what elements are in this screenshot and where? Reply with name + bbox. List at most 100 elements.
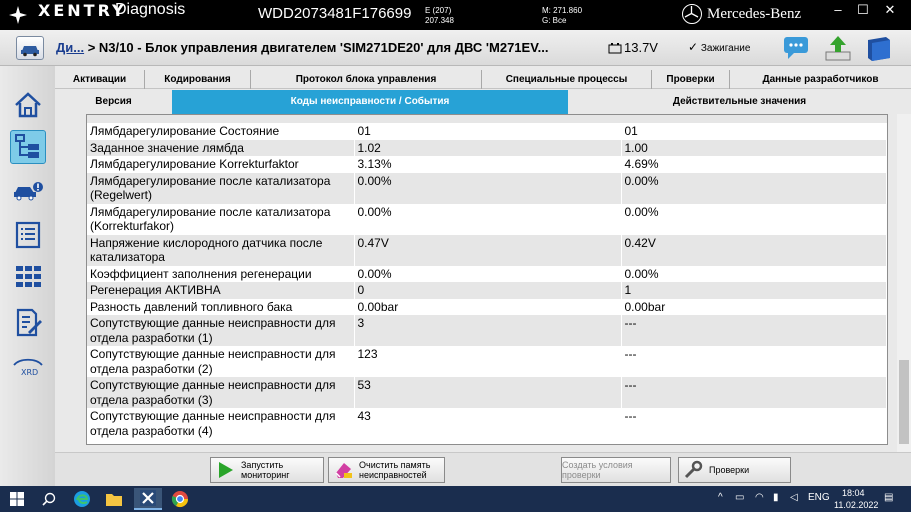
m-engine-line1: M: 271.860 bbox=[542, 6, 583, 15]
value-1-cell: 43 bbox=[354, 408, 622, 439]
search-icon bbox=[42, 492, 56, 506]
value-2-cell: --- bbox=[621, 408, 887, 439]
tray-date[interactable]: 11.02.2022 bbox=[834, 500, 878, 510]
edge-icon bbox=[74, 491, 90, 507]
value-1-cell: 0.00% bbox=[354, 203, 622, 235]
minimize-icon[interactable]: – bbox=[828, 2, 848, 17]
clear-fault-memory-button[interactable]: Очистить память неисправностей bbox=[328, 457, 445, 483]
tab-special-procedures[interactable]: Специальные процессы bbox=[482, 70, 652, 89]
table-row: Сопутствующие данные неисправности для о… bbox=[87, 377, 887, 408]
chat-icon bbox=[784, 37, 808, 59]
download-button[interactable] bbox=[823, 34, 853, 62]
tab-activations[interactable]: Активации bbox=[55, 70, 145, 89]
start-button[interactable] bbox=[4, 488, 30, 510]
taskbar-edge[interactable] bbox=[68, 488, 96, 510]
tray-network-icon[interactable]: ▭ bbox=[735, 492, 744, 503]
breadcrumb-link[interactable]: Ди... bbox=[56, 40, 84, 55]
value-1-cell: 0.00% bbox=[354, 265, 622, 282]
taskbar-xentry[interactable] bbox=[134, 488, 162, 510]
tab-developer-data[interactable]: Данные разработчиков bbox=[730, 70, 911, 89]
parameter-name-cell: Лямбдарегулирование после катализатора (… bbox=[87, 203, 355, 235]
parameter-name-cell: Лямбдарегулирование после катализатора (… bbox=[87, 172, 355, 204]
value-2-cell: 01 bbox=[621, 123, 887, 140]
tab-control-unit-log[interactable]: Протокол блока управления bbox=[251, 70, 482, 89]
tray-chevron-icon[interactable]: ^ bbox=[718, 492, 723, 503]
value-1-cell: 3.13% bbox=[354, 156, 622, 173]
ignition-status: ✓ Зажигание bbox=[688, 40, 750, 54]
parameter-name-cell: Напряжение кислородного датчика после ка… bbox=[87, 234, 355, 266]
car-warning-icon bbox=[14, 182, 43, 201]
tab-actual-values[interactable]: Действительные значения bbox=[568, 90, 911, 114]
vertical-scrollbar[interactable] bbox=[897, 114, 911, 454]
tab-version[interactable]: Версия bbox=[55, 90, 172, 114]
windows-taskbar: ^ ▭ ◠ ▮ ◁ ENG 18:04 11.02.2022 ▤ bbox=[0, 486, 911, 512]
notification-icon[interactable]: ▤ bbox=[884, 492, 893, 503]
taskbar-chrome[interactable] bbox=[166, 488, 194, 510]
nav-reports[interactable] bbox=[10, 306, 46, 340]
chat-button[interactable] bbox=[782, 34, 812, 62]
tray-battery-icon[interactable]: ▮ bbox=[773, 492, 779, 503]
start-monitoring-label: Запустить мониторинг bbox=[241, 460, 290, 480]
value-2-cell: 0.42V bbox=[621, 234, 887, 266]
nav-home[interactable] bbox=[10, 88, 46, 122]
value-2-cell: --- bbox=[621, 346, 887, 377]
folder-icon bbox=[106, 494, 122, 506]
manual-button[interactable] bbox=[864, 34, 894, 62]
parameter-name-cell: Регенерация АКТИВНА bbox=[87, 282, 355, 299]
scrollbar-thumb[interactable] bbox=[899, 360, 909, 444]
value-2-cell: 0.00bar bbox=[621, 298, 887, 315]
vehicle-button[interactable] bbox=[16, 36, 44, 60]
parameter-name-cell: Заданное значение лямбда bbox=[87, 139, 355, 156]
start-monitoring-button[interactable]: Запустить мониторинг bbox=[210, 457, 324, 483]
nav-list[interactable] bbox=[10, 218, 46, 252]
car-icon bbox=[21, 46, 39, 57]
tray-language[interactable]: ENG bbox=[808, 492, 830, 503]
ignition-label: Зажигание bbox=[700, 43, 751, 54]
grid-modules-icon bbox=[16, 266, 41, 287]
nav-modules[interactable] bbox=[10, 262, 46, 296]
maximize-icon[interactable]: ☐ bbox=[853, 2, 873, 18]
tray-wifi-icon[interactable]: ◠ bbox=[755, 492, 764, 503]
diagnosis-tree-icon bbox=[15, 134, 39, 158]
home-icon bbox=[15, 92, 41, 118]
nav-diagnosis[interactable] bbox=[10, 130, 46, 164]
table-row: Разность давлений топливного бака 0.00bar… bbox=[87, 298, 887, 315]
tabs-bottom-row: Версия Коды неисправности / События Дейс… bbox=[55, 89, 911, 114]
header-bar: Ди... > N3/10 - Блок управления двигател… bbox=[0, 30, 911, 66]
tab-codings[interactable]: Кодирования bbox=[145, 70, 251, 89]
value-1-cell: 0.00bar bbox=[354, 298, 622, 315]
tab-fault-codes[interactable]: Коды неисправности / События bbox=[172, 90, 568, 114]
tabs-top-row: Активации Кодирования Протокол блока упр… bbox=[55, 66, 911, 89]
m-engine-line2: G: Все bbox=[542, 16, 567, 25]
table-row: Лямбдарегулирование после катализатора (… bbox=[87, 172, 887, 204]
table-row: Сопутствующие данные неисправности для о… bbox=[87, 346, 887, 377]
nav-vehicle-warning[interactable] bbox=[10, 174, 46, 208]
parameter-name-cell: Лямбдарегулирование Korrekturfaktor bbox=[87, 156, 355, 173]
tray-time[interactable]: 18:04 bbox=[842, 488, 865, 498]
create-test-conditions-button[interactable]: Создать условия проверки bbox=[561, 457, 671, 483]
button-bar: Запустить мониторинг Очистить память неи… bbox=[55, 452, 911, 486]
vin-number: WDD2073481F176699 bbox=[258, 5, 412, 22]
tab-checks[interactable]: Проверки bbox=[652, 70, 730, 89]
play-icon bbox=[219, 462, 233, 478]
checks-button[interactable]: Проверки bbox=[678, 457, 791, 483]
value-1-cell: 0.00% bbox=[354, 172, 622, 204]
chrome-icon bbox=[171, 491, 189, 508]
values-table: Лямбдарегулирование Состояние 01 01 Заданно… bbox=[86, 114, 888, 445]
value-1-cell: 1.02 bbox=[354, 139, 622, 156]
close-icon[interactable]: ✕ bbox=[880, 2, 900, 18]
taskbar-explorer[interactable] bbox=[100, 488, 128, 510]
svg-text:XRD: XRD bbox=[21, 368, 38, 377]
taskbar-search[interactable] bbox=[36, 488, 62, 510]
maker-name: Mercedes-Benz bbox=[707, 6, 802, 22]
list-icon bbox=[15, 221, 41, 249]
parameter-name-cell: Сопутствующие данные неисправности для о… bbox=[87, 346, 355, 377]
tray-volume-icon[interactable]: ◁ bbox=[790, 492, 798, 503]
eraser-icon bbox=[335, 463, 352, 478]
xrd-icon: XRD bbox=[13, 358, 43, 377]
nav-xrd[interactable]: XRD bbox=[10, 350, 46, 384]
ignition-check-icon: ✓ bbox=[688, 40, 699, 54]
checks-label: Проверки bbox=[709, 465, 750, 475]
table-row: Заданное значение лямбда 1.02 1.00 bbox=[87, 139, 887, 156]
table-row: Лямбдарегулирование Состояние 01 01 bbox=[87, 123, 887, 140]
